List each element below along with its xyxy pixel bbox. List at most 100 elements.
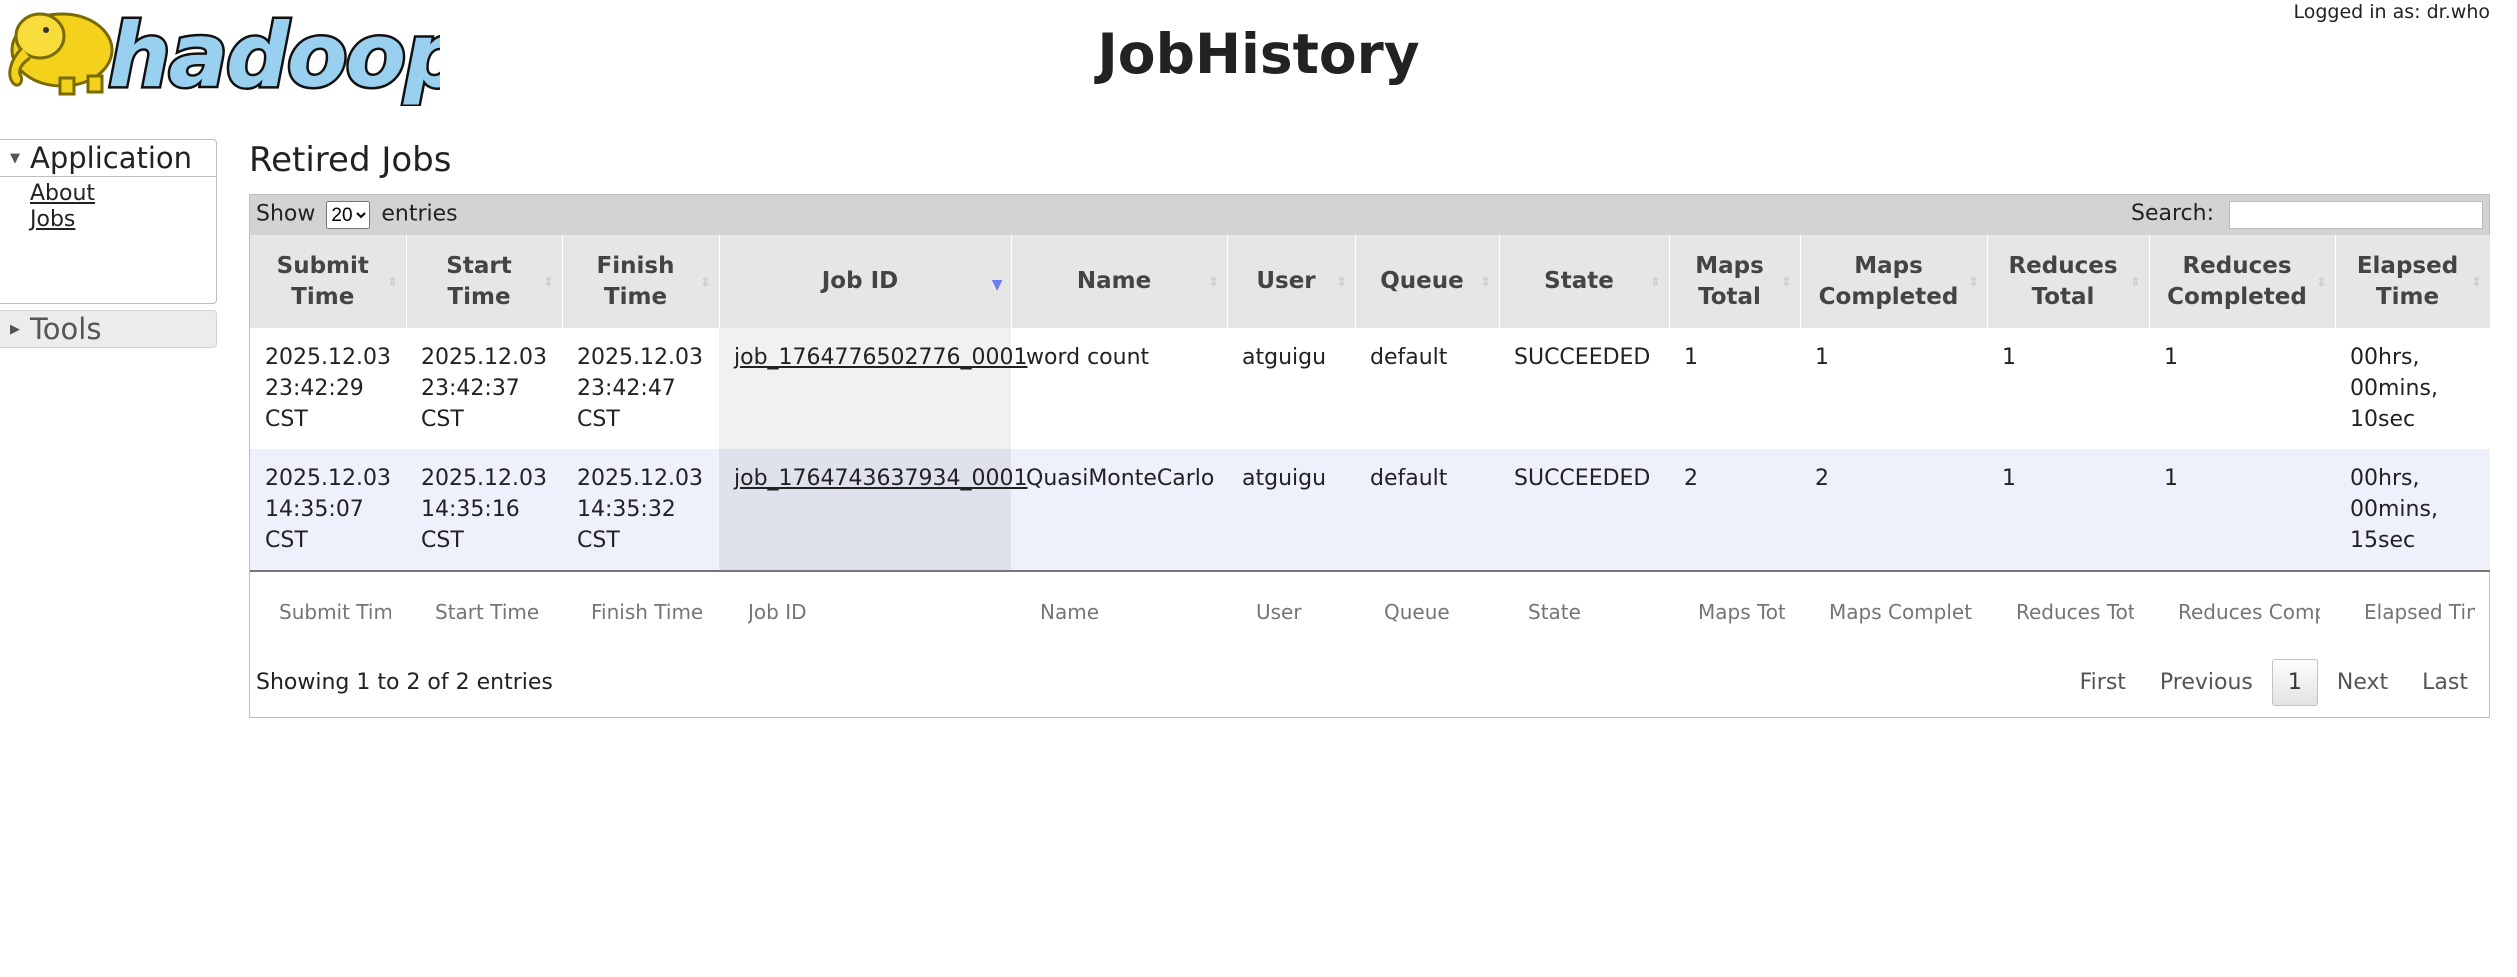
cell-line: CST — [421, 407, 464, 432]
filter-cell — [2149, 570, 2335, 647]
entries-select[interactable]: 20 — [326, 201, 371, 229]
cell-job-id: job_1764743637934_0001 — [719, 449, 1028, 571]
filter-cell — [1987, 570, 2149, 647]
column-header-label: Maps Total — [1695, 252, 1764, 310]
cell-line: 00hrs, — [2350, 345, 2420, 370]
table-row: 2025.12.03 23:42:29 CST 2025.12.03 23:42:37 C… — [250, 328, 2490, 449]
cell-line: 00mins, — [2350, 376, 2438, 401]
cell-line: 15sec — [2350, 528, 2416, 553]
column-header-reduces-completed[interactable]: Reduces Completed ⇕ — [2149, 235, 2336, 328]
column-header-label: Submit Time — [276, 252, 369, 310]
column-header-reduces-total[interactable]: Reduces Total ⇕ — [1987, 235, 2150, 328]
cell-line: 2025.12.03 — [421, 466, 547, 491]
job-id-link[interactable]: job_1764776502776_0001 — [734, 345, 1028, 370]
sort-desc-icon: ▼ — [991, 277, 1003, 293]
column-header-state[interactable]: State ⇕ — [1499, 235, 1670, 328]
cell-reduces-completed: 1 — [2149, 328, 2335, 449]
cell-line: 2025.12.03 — [265, 466, 391, 491]
filter-reduces-total-input[interactable] — [2002, 599, 2134, 624]
sort-both-icon: ⇕ — [543, 274, 554, 289]
cell-elapsed: 00hrs, 00mins, 15sec — [2335, 449, 2490, 571]
filter-elapsed-time-input[interactable] — [2350, 599, 2475, 624]
filter-finish-time-input[interactable] — [577, 599, 704, 624]
search-input[interactable] — [2229, 201, 2483, 230]
cell-maps-total: 2 — [1669, 449, 1800, 571]
cell-finish: 2025.12.03 14:35:32 CST — [562, 449, 719, 571]
filter-cell — [250, 570, 406, 647]
column-header-label: Start Time — [446, 252, 512, 310]
jobs-table: Submit Time ⇕ Start Time ⇕ Finish Time ⇕ Job I… — [250, 235, 2491, 647]
column-header-label: Queue — [1380, 268, 1464, 294]
column-header-start-time[interactable]: Start Time ⇕ — [406, 235, 563, 328]
column-header-submit-time[interactable]: Submit Time ⇕ — [250, 235, 407, 328]
pager-last-button[interactable]: Last — [2407, 662, 2483, 703]
filter-submit-time-input[interactable] — [265, 599, 391, 624]
cell-queue: default — [1355, 449, 1499, 571]
column-header-label: Reduces Total — [2008, 252, 2118, 310]
sort-both-icon: ⇕ — [1336, 274, 1347, 289]
filter-state-input[interactable] — [1514, 599, 1654, 624]
cell-submit: 2025.12.03 23:42:29 CST — [250, 328, 406, 449]
cell-line: 23:42:47 — [577, 376, 676, 401]
column-header-maps-total[interactable]: Maps Total ⇕ — [1669, 235, 1801, 328]
filter-job-id-input[interactable] — [734, 599, 996, 624]
filter-queue-input[interactable] — [1370, 599, 1484, 624]
column-header-name[interactable]: Name ⇕ — [1011, 235, 1228, 328]
sidebar-section-label: Tools — [30, 312, 102, 346]
filter-start-time-input[interactable] — [421, 599, 547, 624]
column-header-maps-completed[interactable]: Maps Completed ⇕ — [1800, 235, 1988, 328]
filter-reduces-completed-input[interactable] — [2164, 599, 2320, 624]
column-header-user[interactable]: User ⇕ — [1227, 235, 1356, 328]
filter-maps-total-input[interactable] — [1684, 599, 1785, 624]
pager-page-1-button[interactable]: 1 — [2271, 658, 2318, 706]
sidebar-section-tools[interactable]: ▶ Tools — [0, 310, 217, 348]
pager-previous-button[interactable]: Previous — [2145, 662, 2268, 703]
cell-name: word count — [1011, 328, 1227, 449]
column-header-label: Elapsed Time — [2356, 252, 2459, 310]
cell-reduces-total: 1 — [1987, 449, 2149, 571]
sidebar-link-jobs[interactable]: Jobs — [30, 207, 216, 233]
cell-line: 14:35:32 — [577, 497, 676, 522]
cell-elapsed: 00hrs, 00mins, 10sec — [2335, 328, 2490, 449]
cell-user: atguigu — [1227, 328, 1355, 449]
cell-queue: default — [1355, 328, 1499, 449]
filter-cell — [406, 570, 562, 647]
sidebar: ▼ Application About Jobs ▶ Tools — [0, 139, 217, 348]
column-header-elapsed-time[interactable]: Elapsed Time ⇕ — [2335, 235, 2491, 328]
sort-both-icon: ⇕ — [2471, 274, 2482, 289]
cell-maps-completed: 2 — [1800, 449, 1987, 571]
column-header-label: Job ID — [821, 268, 899, 294]
sort-both-icon: ⇕ — [700, 274, 711, 289]
cell-line: CST — [421, 528, 464, 553]
filter-name-input[interactable] — [1026, 599, 1212, 624]
job-id-link[interactable]: job_1764743637934_0001 — [734, 466, 1028, 491]
pager-first-button[interactable]: First — [2065, 662, 2141, 703]
pager-next-button[interactable]: Next — [2322, 662, 2403, 703]
cell-line: 2025.12.03 — [421, 345, 547, 370]
cell-line: CST — [265, 528, 308, 553]
cell-finish: 2025.12.03 23:42:47 CST — [562, 328, 719, 449]
sort-both-icon: ⇕ — [2130, 274, 2141, 289]
cell-line: 2025.12.03 — [577, 466, 703, 491]
sidebar-section-application[interactable]: ▼ Application — [0, 139, 217, 177]
filter-maps-completed-input[interactable] — [1815, 599, 1972, 624]
sort-both-icon: ⇕ — [1480, 274, 1491, 289]
cell-line: 14:35:07 — [265, 497, 364, 522]
search-label: Search: — [2131, 200, 2214, 226]
cell-maps-completed: 1 — [1800, 328, 1987, 449]
sort-both-icon: ⇕ — [1968, 274, 1979, 289]
sort-both-icon: ⇕ — [1650, 274, 1661, 289]
length-prefix: Show — [256, 201, 316, 227]
cell-submit: 2025.12.03 14:35:07 CST — [250, 449, 406, 571]
cell-line: 23:42:29 — [265, 376, 364, 401]
column-header-finish-time[interactable]: Finish Time ⇕ — [562, 235, 720, 328]
filter-user-input[interactable] — [1242, 599, 1340, 624]
cell-start: 2025.12.03 14:35:16 CST — [406, 449, 562, 571]
length-suffix: entries — [381, 201, 458, 227]
section-title: Retired Jobs — [249, 140, 452, 180]
column-header-queue[interactable]: Queue ⇕ — [1355, 235, 1500, 328]
column-header-job-id[interactable]: Job ID ▼ — [719, 235, 1012, 328]
sidebar-link-about[interactable]: About — [30, 181, 216, 207]
sort-both-icon: ⇕ — [1208, 274, 1219, 289]
table-info: Showing 1 to 2 of 2 entries — [256, 669, 553, 695]
